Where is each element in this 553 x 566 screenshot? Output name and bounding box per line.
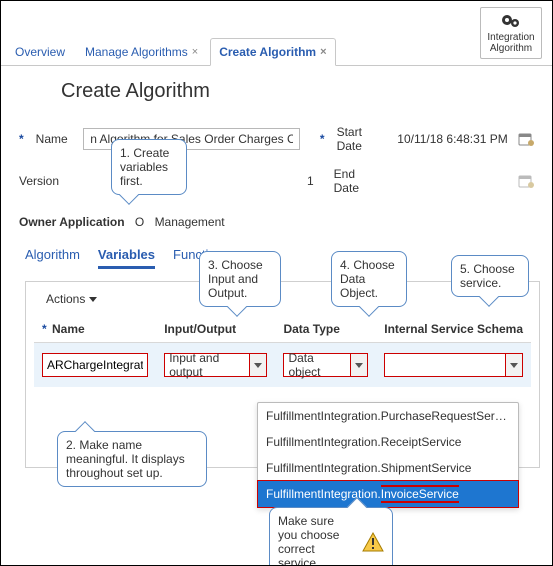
chevron-down-icon bbox=[89, 297, 97, 302]
tab-manage-algorithms[interactable]: Manage Algorithms × bbox=[77, 39, 206, 65]
nav-tabs: Overview Manage Algorithms × Create Algo… bbox=[1, 1, 552, 66]
integ-label-2: Algorithm bbox=[490, 43, 532, 54]
chevron-down-icon[interactable] bbox=[350, 353, 368, 377]
table-row[interactable]: Input and output Data object bbox=[34, 343, 531, 388]
callout-step-1: 1. Create variables first. bbox=[111, 139, 187, 195]
variables-grid: * Name Input/Output Data Type Internal S… bbox=[34, 316, 531, 387]
schema-opt-suffix: InvoiceService bbox=[381, 485, 459, 503]
warning-icon bbox=[362, 532, 384, 552]
schema-option-selected[interactable]: FulfillmentIntegration.InvoiceService bbox=[257, 480, 519, 508]
schema-dropdown-list: FulfillmentIntegration.PurchaseRequestSe… bbox=[257, 402, 519, 508]
chevron-down-icon[interactable] bbox=[505, 353, 523, 377]
integration-algorithm-button[interactable]: Integration Algorithm bbox=[480, 7, 542, 59]
required-asterisk: * bbox=[19, 132, 24, 146]
variable-name-field[interactable] bbox=[42, 353, 148, 377]
start-date-value: 10/11/18 6:48:31 PM bbox=[397, 132, 508, 146]
name-label: Name bbox=[36, 132, 74, 146]
chevron-down-icon[interactable] bbox=[249, 353, 267, 377]
version-label: Version bbox=[19, 174, 64, 188]
tab-label: Manage Algorithms bbox=[85, 45, 188, 59]
schema-option[interactable]: FulfillmentIntegration.ShipmentService bbox=[258, 455, 518, 481]
owner-app-label: Owner Application bbox=[19, 215, 125, 229]
calendar-icon[interactable] bbox=[518, 173, 534, 189]
tab-overview[interactable]: Overview bbox=[7, 39, 73, 65]
col-name[interactable]: * Name bbox=[34, 316, 156, 343]
combo-value: Input and output bbox=[164, 353, 249, 377]
schema-option[interactable]: FulfillmentIntegration.PurchaseRequestSe… bbox=[258, 403, 518, 429]
owner-app-value: Management bbox=[155, 215, 225, 229]
schema-opt-prefix: FulfillmentIntegration. bbox=[266, 487, 381, 501]
app-frame: Overview Manage Algorithms × Create Algo… bbox=[0, 0, 553, 566]
col-input-output[interactable]: Input/Output bbox=[156, 316, 275, 343]
start-date-label: Start Date bbox=[337, 125, 388, 153]
calendar-icon[interactable] bbox=[518, 131, 534, 147]
col-data-type[interactable]: Data Type bbox=[275, 316, 376, 343]
subtab-variables[interactable]: Variables bbox=[98, 247, 155, 269]
version-value: 1 bbox=[307, 174, 314, 188]
schema-combo[interactable] bbox=[384, 353, 523, 377]
input-output-combo[interactable]: Input and output bbox=[164, 353, 267, 377]
close-icon[interactable]: × bbox=[192, 46, 198, 58]
subtab-algorithm[interactable]: Algorithm bbox=[25, 247, 80, 269]
callout-warning: Make sure you choose correct service. bbox=[269, 507, 393, 566]
close-icon[interactable]: × bbox=[320, 46, 326, 58]
required-asterisk: * bbox=[320, 132, 325, 146]
page-title: Create Algorithm bbox=[1, 66, 552, 121]
end-date-label: End Date bbox=[334, 167, 381, 195]
combo-value bbox=[384, 353, 505, 377]
gears-icon bbox=[483, 12, 539, 30]
tab-create-algorithm[interactable]: Create Algorithm × bbox=[210, 38, 335, 66]
callout-step-4: 4. Choose Data Object. bbox=[331, 251, 407, 307]
col-schema[interactable]: Internal Service Schema bbox=[376, 316, 531, 343]
combo-value: Data object bbox=[283, 353, 350, 377]
callout-step-2: 2. Make name meaningful. It displays thr… bbox=[57, 431, 207, 487]
data-type-combo[interactable]: Data object bbox=[283, 353, 368, 377]
integ-label-1: Integration bbox=[487, 32, 534, 43]
schema-option[interactable]: FulfillmentIntegration.ReceiptService bbox=[258, 429, 518, 455]
actions-label: Actions bbox=[46, 292, 85, 306]
callout-step-3: 3. Choose Input and Output. bbox=[199, 251, 281, 307]
callout-step-5: 5. Choose service. bbox=[451, 255, 529, 297]
tab-label: Create Algorithm bbox=[219, 45, 316, 59]
